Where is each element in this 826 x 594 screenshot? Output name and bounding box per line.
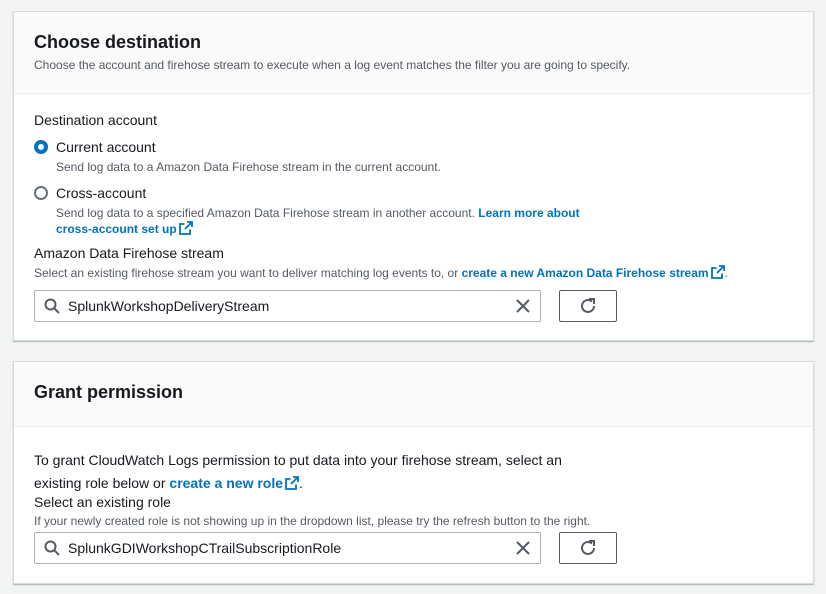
- panel-header: Choose destination Choose the account an…: [14, 12, 813, 94]
- role-select-row: SplunkGDIWorkshopCTrailSubscriptionRole: [34, 532, 617, 564]
- refresh-button[interactable]: [559, 290, 617, 322]
- panel-header: Grant permission: [14, 362, 813, 427]
- role-label: Select an existing role: [34, 494, 171, 510]
- refresh-button[interactable]: [559, 532, 617, 564]
- grant-permission-panel: Grant permission To grant CloudWatch Log…: [13, 361, 814, 584]
- role-value: SplunkGDIWorkshopCTrailSubscriptionRole: [68, 540, 342, 556]
- external-link-icon[interactable]: [285, 476, 299, 490]
- permission-text: To grant CloudWatch Logs permission to p…: [34, 449, 734, 495]
- external-link-icon[interactable]: [178, 221, 193, 235]
- radio-description-text: Send log data to a specified Amazon Data…: [56, 206, 475, 220]
- role-search-input[interactable]: SplunkGDIWorkshopCTrailSubscriptionRole: [34, 532, 541, 564]
- radio-description: Send log data to a Amazon Data Firehose …: [56, 160, 441, 174]
- panel-title: Grant permission: [34, 382, 184, 402]
- period: .: [299, 475, 303, 491]
- role-description: If your newly created role is not showin…: [34, 514, 591, 528]
- choose-destination-panel: Choose destination Choose the account an…: [13, 11, 814, 341]
- search-icon: [44, 540, 60, 556]
- learn-more-link[interactable]: Learn more about: [478, 206, 579, 220]
- firehose-stream-desc-text: Select an existing firehose stream you w…: [34, 266, 459, 280]
- cross-account-setup-link[interactable]: cross-account set up: [56, 222, 177, 236]
- period: .: [724, 266, 728, 280]
- create-role-link[interactable]: create a new role: [169, 475, 283, 491]
- panel-title: Choose destination: [34, 32, 202, 52]
- firehose-stream-select-row: SplunkWorkshopDeliveryStream: [34, 290, 617, 322]
- refresh-icon: [581, 540, 595, 555]
- radio-cross-account[interactable]: Cross-account Send log data to a specifi…: [34, 185, 756, 237]
- firehose-stream-value: SplunkWorkshopDeliveryStream: [68, 298, 270, 314]
- radio-description: Send log data to a specified Amazon Data…: [56, 205, 756, 237]
- permission-text-line2: existing role below or: [34, 475, 166, 491]
- radio-button-selected[interactable]: [34, 140, 48, 154]
- search-icon: [44, 298, 60, 314]
- destination-account-label: Destination account: [34, 112, 157, 128]
- permission-text-line1: To grant CloudWatch Logs permission to p…: [34, 452, 562, 468]
- radio-label: Current account: [56, 139, 156, 155]
- external-link-icon[interactable]: [710, 265, 725, 279]
- refresh-icon: [581, 298, 595, 313]
- radio-current-account[interactable]: Current account Send log data to a Amazo…: [34, 139, 756, 175]
- radio-button[interactable]: [34, 186, 48, 200]
- firehose-stream-search-input[interactable]: SplunkWorkshopDeliveryStream: [34, 290, 541, 322]
- panel-description: Choose the account and firehose stream t…: [34, 58, 631, 72]
- firehose-stream-label: Amazon Data Firehose stream: [34, 245, 224, 261]
- close-icon[interactable]: [515, 540, 531, 556]
- radio-label: Cross-account: [56, 185, 147, 201]
- firehose-stream-description: Select an existing firehose stream you w…: [34, 265, 794, 281]
- create-firehose-stream-link[interactable]: create a new Amazon Data Firehose stream: [462, 266, 709, 280]
- close-icon[interactable]: [515, 298, 531, 314]
